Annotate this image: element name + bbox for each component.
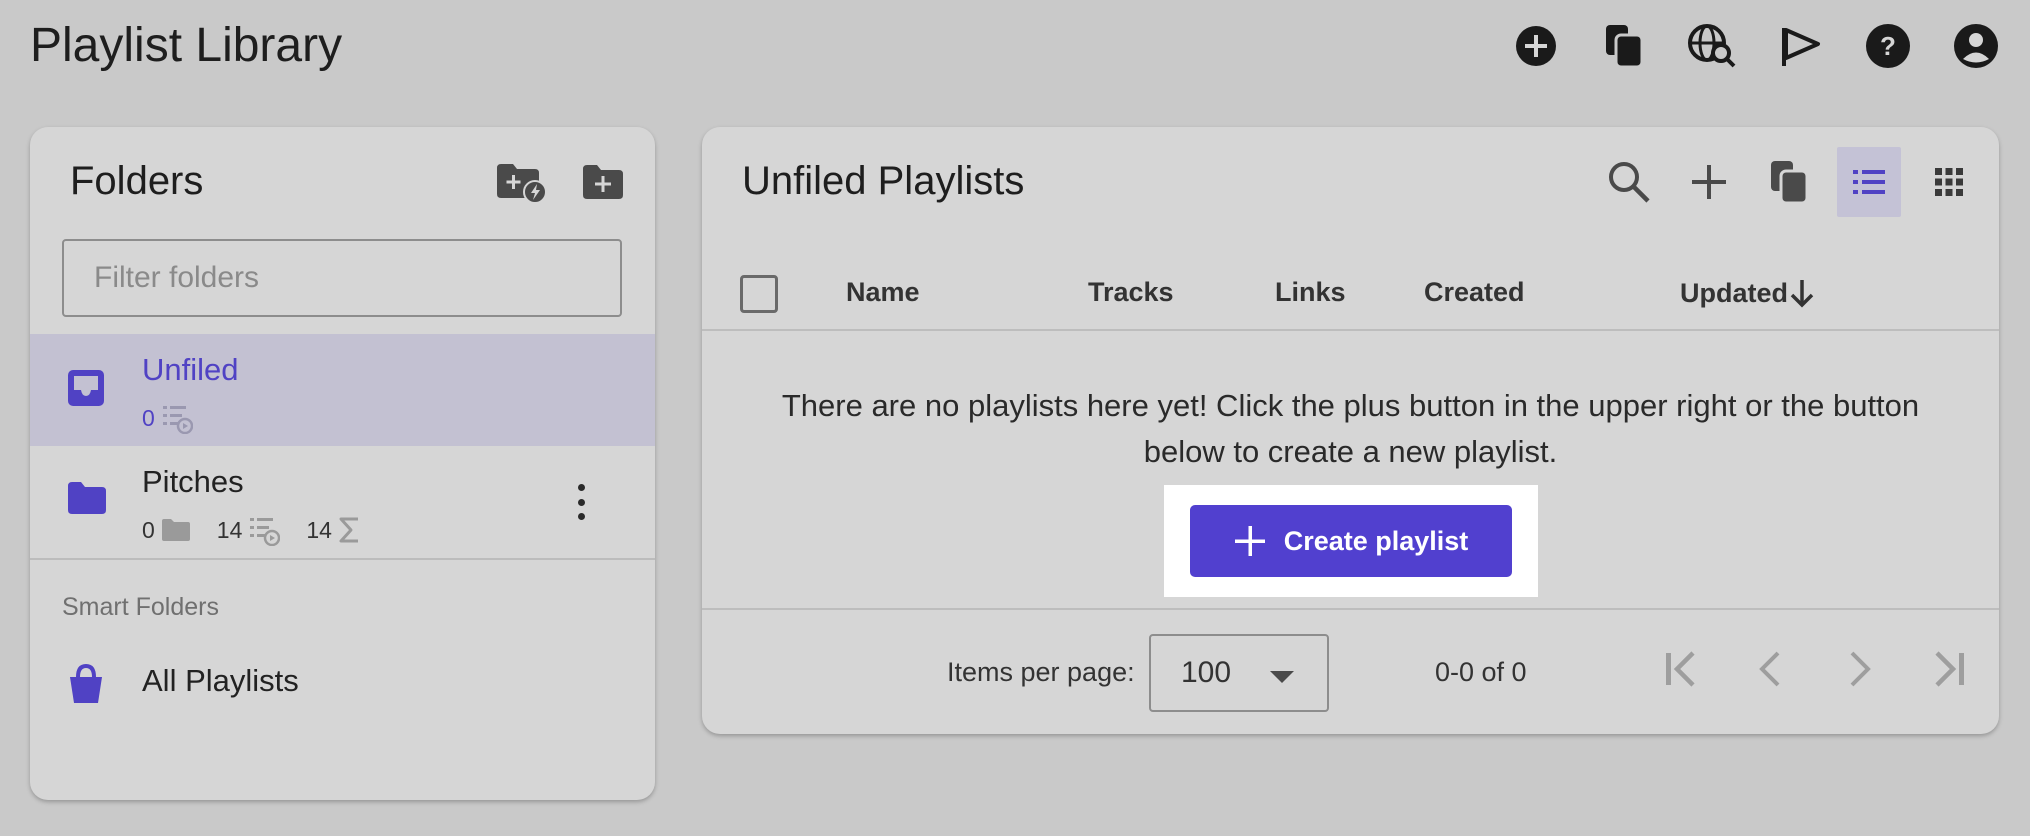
last-page-button[interactable]: [1925, 644, 1975, 694]
chevron-right-icon: [1848, 651, 1872, 687]
previous-page-button[interactable]: [1745, 644, 1795, 694]
grid-view-toggle[interactable]: [1917, 147, 1981, 217]
empty-state-message: There are no playlists here yet! Click t…: [781, 388, 1920, 469]
total-count: 14: [306, 516, 332, 543]
campaign-icon: [1778, 24, 1822, 68]
web-search-icon: [1687, 23, 1737, 69]
folders-panel: Folders Unfiled 0 Pitches: [30, 127, 655, 800]
table-header: Name Tracks Links Created Updated: [702, 261, 1999, 331]
playlist-count: 0: [142, 404, 155, 431]
add-button[interactable]: [1510, 20, 1562, 72]
header-actions: ?: [1510, 20, 2002, 72]
last-page-icon: [1933, 651, 1967, 687]
folder-menu-button[interactable]: [571, 484, 591, 520]
column-updated-label: Updated: [1680, 277, 1788, 308]
column-name[interactable]: Name: [846, 277, 920, 308]
pagination-bar: Items per page: 100 0-0 of 0: [702, 608, 1999, 734]
smart-folders-label: Smart Folders: [62, 593, 219, 621]
create-playlist-label: Create playlist: [1283, 525, 1469, 556]
playlist-play-icon: [161, 402, 193, 434]
help-icon: ?: [1864, 22, 1912, 70]
column-updated[interactable]: Updated: [1680, 277, 1816, 309]
first-page-icon: [1663, 651, 1697, 687]
basket-icon: [68, 663, 104, 705]
first-page-button[interactable]: [1655, 644, 1705, 694]
copy-icon: [1602, 23, 1646, 69]
create-playlist-button[interactable]: Create playlist: [1190, 505, 1512, 577]
inbox-icon: [66, 368, 106, 408]
help-button[interactable]: ?: [1862, 20, 1914, 72]
select-all-checkbox[interactable]: [740, 275, 778, 313]
folder-name: Unfiled: [142, 352, 239, 387]
more-vert-icon: [577, 484, 585, 491]
column-created[interactable]: Created: [1424, 277, 1525, 308]
playlists-title: Unfiled Playlists: [742, 159, 1025, 203]
dropdown-arrow-icon: [1269, 670, 1295, 684]
folder-meta: 0 14 14: [142, 514, 388, 546]
plus-icon: [1234, 525, 1266, 557]
pager: [1655, 644, 1975, 694]
folder-item-unfiled[interactable]: Unfiled 0: [30, 334, 655, 446]
playlist-actions: [1581, 147, 1981, 217]
folder-count-icon: [161, 517, 191, 543]
search-button[interactable]: [1597, 147, 1661, 217]
list-view-icon: [1852, 167, 1886, 197]
items-per-page-label: Items per page:: [947, 657, 1135, 687]
playlists-panel: Unfiled Playlists Name Tracks Links Crea…: [702, 127, 1999, 734]
page-range: 0-0 of 0: [1435, 657, 1527, 687]
folder-meta: 0: [142, 402, 219, 434]
svg-text:?: ?: [1880, 31, 1896, 61]
search-icon: [1607, 160, 1651, 204]
create-folder-button[interactable]: [577, 159, 629, 205]
plus-icon: [1690, 163, 1728, 201]
campaign-button[interactable]: [1774, 20, 1826, 72]
grid-view-icon: [1934, 167, 1964, 197]
folder-icon: [66, 480, 108, 516]
smart-folder-name: All Playlists: [142, 663, 299, 698]
account-button[interactable]: [1950, 20, 2002, 72]
items-per-page-select[interactable]: 100: [1149, 634, 1329, 712]
web-search-button[interactable]: [1686, 20, 1738, 72]
items-per-page-value: 100: [1181, 656, 1232, 689]
page-title: Playlist Library: [30, 19, 343, 72]
filter-folders-input[interactable]: [62, 239, 622, 317]
next-page-button[interactable]: [1835, 644, 1885, 694]
create-smart-folder-button[interactable]: [495, 159, 547, 205]
subfolder-count: 0: [142, 516, 155, 543]
copy-button[interactable]: [1598, 20, 1650, 72]
playlist-play-icon: [248, 514, 281, 546]
folder-actions: [495, 159, 629, 205]
folders-title: Folders: [70, 159, 204, 203]
account-icon: [1952, 22, 2000, 70]
column-tracks[interactable]: Tracks: [1088, 277, 1174, 308]
copy-icon: [1767, 159, 1811, 205]
add-circle-icon: [1514, 24, 1558, 68]
list-view-toggle[interactable]: [1837, 147, 1901, 217]
folder-item-pitches[interactable]: Pitches 0 14 14: [30, 446, 655, 558]
divider: [30, 558, 655, 560]
column-links[interactable]: Links: [1275, 277, 1346, 308]
create-folder-icon: [581, 163, 625, 201]
sort-down-icon: [1788, 277, 1816, 309]
create-smart-folder-icon: [495, 160, 547, 204]
chevron-left-icon: [1758, 651, 1782, 687]
playlist-count: 14: [216, 516, 243, 543]
sigma-icon: [338, 516, 362, 544]
folder-name: Pitches: [142, 464, 244, 499]
create-playlist-highlight: Create playlist: [1164, 485, 1538, 597]
copy-playlists-button[interactable]: [1757, 147, 1821, 217]
add-playlist-button[interactable]: [1677, 147, 1741, 217]
smart-folder-item-all-playlists[interactable]: All Playlists: [30, 643, 655, 723]
